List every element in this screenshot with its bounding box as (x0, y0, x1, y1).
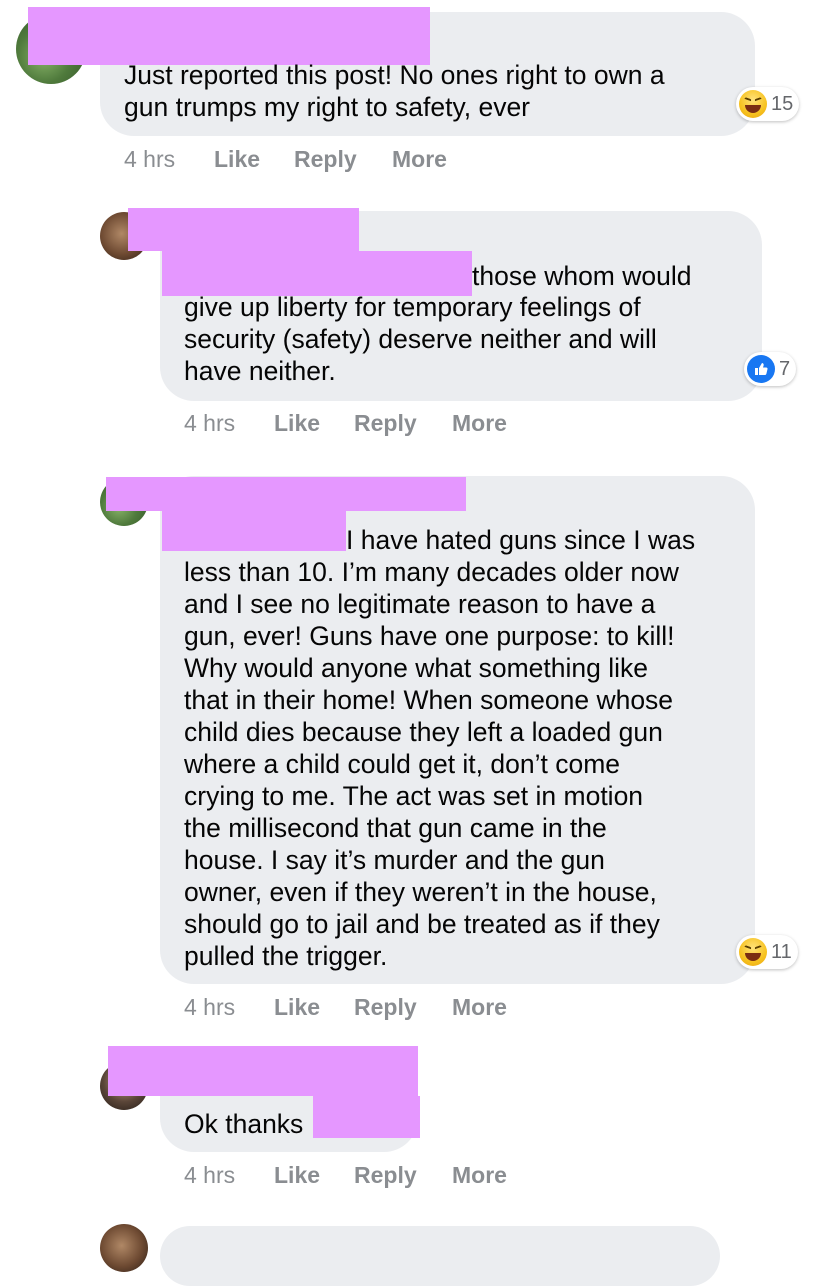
redacted-text (162, 251, 472, 296)
haha-emoji-icon (739, 938, 767, 966)
comment-text-line: crying to me. The act was set in motion (184, 781, 644, 811)
comment-text-line: child dies because they left a loaded gu… (184, 717, 663, 747)
timestamp[interactable]: 4 hrs (124, 146, 214, 173)
more-button[interactable]: More (452, 1162, 507, 1189)
comment-actions: 4 hrs Like Reply More (184, 1162, 507, 1189)
comment-text-line: gun trumps my right to safety, ever (124, 92, 531, 122)
reaction-count: 15 (771, 92, 794, 115)
reaction-badge[interactable]: 15 (736, 87, 800, 121)
redacted-name (128, 208, 359, 251)
like-button[interactable]: Like (274, 994, 354, 1021)
redacted-text (313, 1096, 420, 1138)
comment-text-line: should go to jail and be treated as if t… (184, 909, 660, 939)
comment-text-line: security (safety) deserve neither and wi… (184, 324, 657, 354)
timestamp[interactable]: 4 hrs (184, 410, 274, 437)
comment-text-line: gun, ever! Guns have one purpose: to kil… (184, 621, 675, 651)
reaction-count: 11 (771, 940, 792, 963)
comment-text-line: less than 10. I’m many decades older now (184, 557, 679, 587)
comment-text-line: owner, even if they weren’t in the house… (184, 877, 657, 907)
comment-text-line: the millisecond that gun came in the (184, 813, 607, 843)
like-button[interactable]: Like (274, 1162, 354, 1189)
reaction-badge[interactable]: 11 (736, 935, 798, 969)
redacted-name (28, 7, 430, 65)
like-button[interactable]: Like (274, 410, 354, 437)
comment-text-line: house. I say it’s murder and the gun (184, 845, 605, 875)
comment-text-line: where a child could get it, don’t come (184, 749, 621, 779)
comment-bubble[interactable] (160, 1226, 720, 1286)
more-button[interactable]: More (392, 146, 447, 173)
more-button[interactable]: More (452, 410, 507, 437)
comment-text-line: give up liberty for temporary feelings o… (184, 292, 641, 322)
comment-text-line: those whom would (472, 261, 692, 291)
comment-actions: 4 hrs Like Reply More (184, 994, 507, 1021)
comment-text-line: have neither. (184, 356, 336, 386)
timestamp[interactable]: 4 hrs (184, 994, 274, 1021)
reply-button[interactable]: Reply (354, 410, 452, 437)
comment-text-line: and I see no legitimate reason to have a (184, 589, 656, 619)
more-button[interactable]: More (452, 994, 507, 1021)
comment-actions: 4 hrs Like Reply More (184, 410, 507, 437)
haha-emoji-icon (739, 90, 767, 118)
reply-button[interactable]: Reply (294, 146, 392, 173)
timestamp[interactable]: 4 hrs (184, 1162, 274, 1189)
reaction-count: 7 (779, 357, 791, 380)
redacted-name (106, 477, 466, 511)
comment-actions: 4 hrs Like Reply More (124, 146, 447, 173)
reply-button[interactable]: Reply (354, 994, 452, 1021)
redacted-name (108, 1046, 418, 1096)
comment-text-line: Ok thanks (184, 1109, 304, 1139)
avatar[interactable] (100, 1224, 148, 1272)
reply-button[interactable]: Reply (354, 1162, 452, 1189)
comment-text-line: I have hated guns since I was (346, 525, 696, 555)
reaction-badge[interactable]: 7 (744, 352, 797, 386)
like-thumb-icon (747, 355, 775, 383)
redacted-text (162, 511, 346, 551)
comment-text-line: that in their home! When someone whose (184, 685, 674, 715)
like-button[interactable]: Like (214, 146, 294, 173)
comment-text-line: Just reported this post! No ones right t… (124, 60, 665, 90)
comment-text-line: pulled the trigger. (184, 941, 388, 971)
comment-text-line: Why would anyone what something like (184, 653, 648, 683)
